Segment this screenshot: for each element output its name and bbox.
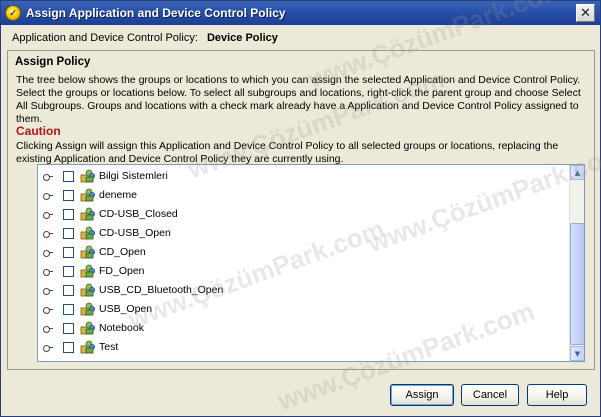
expand-icon[interactable]	[43, 287, 53, 295]
group-icon	[80, 225, 96, 241]
group-checkbox[interactable]	[63, 171, 74, 182]
caution-text: Clicking Assign will assign this Applica…	[16, 140, 559, 165]
tree-item[interactable]: Notebook	[38, 319, 570, 338]
expand-icon[interactable]	[43, 344, 53, 352]
policy-label: Application and Device Control Policy:	[12, 32, 198, 44]
expand-icon[interactable]	[43, 192, 53, 200]
group-icon	[80, 187, 96, 203]
scroll-down-button[interactable]: ▼	[570, 346, 584, 361]
policy-name-line: Application and Device Control Policy: D…	[12, 32, 278, 44]
close-button[interactable]: ✕	[576, 4, 595, 22]
group-checkbox[interactable]	[63, 247, 74, 258]
tree-item[interactable]: deneme	[38, 186, 570, 205]
group-checkbox[interactable]	[63, 266, 74, 277]
expand-icon[interactable]	[43, 249, 53, 257]
tree-scrollbar[interactable]: ▲ ▼	[569, 165, 584, 361]
group-icon	[80, 244, 96, 260]
tree-item-label: FD_Open	[99, 265, 145, 277]
tree-item[interactable]: FD_Open	[38, 262, 570, 281]
group-icon	[80, 282, 96, 298]
group-icon	[80, 320, 96, 336]
assign-policy-description: The tree below shows the groups or locat…	[16, 74, 581, 125]
title-bar[interactable]: ✓ Assign Application and Device Control …	[1, 1, 600, 25]
group-checkbox[interactable]	[63, 228, 74, 239]
group-icon	[80, 206, 96, 222]
tree-item-label: CD-USB_Closed	[99, 208, 178, 220]
policy-value: Device Policy	[206, 32, 278, 44]
expand-icon[interactable]	[43, 306, 53, 314]
group-icon	[80, 301, 96, 317]
tree-item[interactable]: USB_CD_Bluetooth_Open	[38, 281, 570, 300]
tree-item-label: CD_Open	[99, 246, 146, 258]
group-checkbox[interactable]	[63, 209, 74, 220]
tree-item[interactable]: CD-USB_Open	[38, 224, 570, 243]
tree-item[interactable]: Bilgi Sistemleri	[38, 167, 570, 186]
group-tree[interactable]: Bilgi Sistemleri deneme CD-USB_Closed CD-US…	[37, 164, 585, 362]
group-checkbox[interactable]	[63, 323, 74, 334]
expand-icon[interactable]	[43, 211, 53, 219]
help-button[interactable]: Help	[527, 384, 587, 406]
expand-icon[interactable]	[43, 325, 53, 333]
group-checkbox[interactable]	[63, 304, 74, 315]
group-checkbox[interactable]	[63, 190, 74, 201]
close-icon: ✕	[580, 5, 591, 21]
group-checkbox[interactable]	[63, 342, 74, 353]
expand-icon[interactable]	[43, 268, 53, 276]
tree-item-label: Bilgi Sistemleri	[99, 170, 168, 182]
symantec-app-icon: ✓	[5, 5, 21, 21]
group-icon	[80, 339, 96, 355]
group-icon	[80, 263, 96, 279]
expand-icon[interactable]	[43, 173, 53, 181]
group-icon	[80, 168, 96, 184]
dialog-window: ✓ Assign Application and Device Control …	[0, 0, 601, 417]
assign-button[interactable]: Assign	[390, 384, 454, 406]
tree-item-label: Test	[99, 341, 119, 353]
scroll-up-button[interactable]: ▲	[570, 165, 584, 180]
cancel-button[interactable]: Cancel	[461, 384, 519, 406]
window-title: Assign Application and Device Control Po…	[26, 6, 286, 20]
tree-item-label: deneme	[99, 189, 137, 201]
tree-list: Bilgi Sistemleri deneme CD-USB_Closed CD-US…	[38, 167, 570, 357]
tree-item-label: USB_CD_Bluetooth_Open	[99, 284, 224, 296]
tree-item[interactable]: CD-USB_Closed	[38, 205, 570, 224]
scroll-up-icon: ▲	[574, 168, 581, 177]
tree-item-label: Notebook	[99, 322, 144, 334]
tree-item[interactable]: Test	[38, 338, 570, 357]
expand-icon[interactable]	[43, 230, 53, 238]
tree-item-label: USB_Open	[99, 303, 153, 315]
tree-item-label: CD-USB_Open	[99, 227, 171, 239]
group-checkbox[interactable]	[63, 285, 74, 296]
caution-heading: Caution	[16, 124, 61, 138]
tree-item[interactable]: USB_Open	[38, 300, 570, 319]
scroll-down-icon: ▼	[574, 349, 581, 358]
tree-item[interactable]: CD_Open	[38, 243, 570, 262]
scroll-thumb[interactable]	[570, 223, 584, 345]
assign-policy-heading: Assign Policy	[15, 56, 91, 68]
assign-policy-groupbox: Assign Policy The tree below shows the g…	[7, 50, 595, 370]
